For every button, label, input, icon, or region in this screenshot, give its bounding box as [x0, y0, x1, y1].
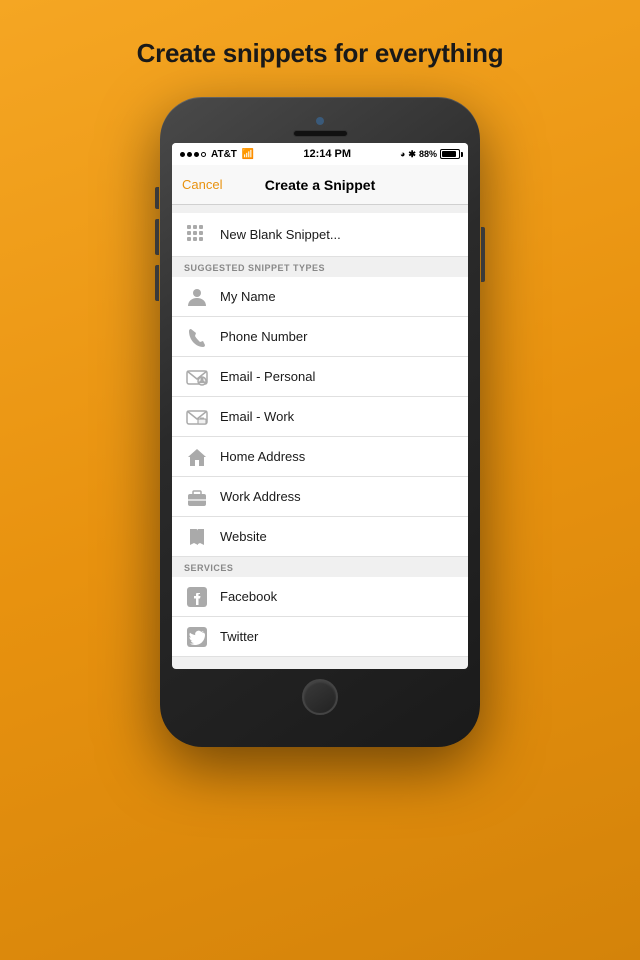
mute-button: [155, 187, 159, 209]
services-section-header: SERVICES: [172, 557, 468, 577]
phone-number-label: Phone Number: [220, 329, 307, 344]
speaker: [293, 130, 348, 137]
battery-percent: 88%: [419, 149, 437, 159]
home-button[interactable]: [302, 679, 338, 715]
phone-device: AT&T 📶 12:14 PM ◕ ✱ 88% Cancel Create a …: [160, 97, 480, 867]
status-left: AT&T 📶: [180, 149, 254, 160]
suggested-section: SUGGESTED SNIPPET TYPES My Name: [172, 257, 468, 557]
suggested-section-header: SUGGESTED SNIPPET TYPES: [172, 257, 468, 277]
new-blank-item[interactable]: New Blank Snippet...: [172, 213, 468, 257]
email-personal-label: Email - Personal: [220, 369, 315, 384]
book-icon: [184, 524, 210, 550]
status-bar: AT&T 📶 12:14 PM ◕ ✱ 88%: [172, 143, 468, 165]
phone-bottom: [172, 669, 468, 725]
volume-up-button: [155, 219, 159, 255]
new-blank-label: New Blank Snippet...: [220, 227, 341, 242]
list-item-phone-number[interactable]: Phone Number: [172, 317, 468, 357]
my-name-label: My Name: [220, 289, 276, 304]
list-item-work-address[interactable]: Work Address: [172, 477, 468, 517]
navigation-bar: Cancel Create a Snippet: [172, 165, 468, 205]
list-item-twitter[interactable]: Twitter: [172, 617, 468, 657]
home-address-label: Home Address: [220, 449, 305, 464]
twitter-icon: [184, 624, 210, 650]
power-button: [481, 227, 485, 282]
status-right: ◕ ✱ 88%: [400, 149, 460, 160]
location-icon: ◕: [400, 149, 405, 159]
services-section: SERVICES Facebook: [172, 557, 468, 657]
phone-screen: AT&T 📶 12:14 PM ◕ ✱ 88% Cancel Create a …: [172, 143, 468, 669]
battery-fill: [442, 151, 456, 157]
home-icon: [184, 444, 210, 470]
cancel-button[interactable]: Cancel: [182, 177, 222, 192]
email-personal-icon: [184, 364, 210, 390]
facebook-label: Facebook: [220, 589, 277, 604]
list-content: New Blank Snippet... SUGGESTED SNIPPET T…: [172, 205, 468, 657]
twitter-label: Twitter: [220, 629, 258, 644]
list-item-home-address[interactable]: Home Address: [172, 437, 468, 477]
list-item-my-name[interactable]: My Name: [172, 277, 468, 317]
list-item-facebook[interactable]: Facebook: [172, 577, 468, 617]
briefcase-icon: [184, 484, 210, 510]
list-item-email-personal[interactable]: Email - Personal: [172, 357, 468, 397]
signal-dots: [180, 152, 206, 157]
email-work-icon: [184, 404, 210, 430]
front-camera: [316, 117, 324, 125]
blank-snippet-icon: [184, 222, 210, 248]
person-icon: [184, 284, 210, 310]
email-work-label: Email - Work: [220, 409, 294, 424]
phone-top-bar: [172, 109, 468, 143]
phone-shell: AT&T 📶 12:14 PM ◕ ✱ 88% Cancel Create a …: [160, 97, 480, 747]
list-item-email-work[interactable]: Email - Work: [172, 397, 468, 437]
carrier-label: AT&T: [211, 149, 237, 160]
status-time: 12:14 PM: [303, 148, 351, 160]
page-title: Create snippets for everything: [137, 38, 504, 69]
wifi-icon: 📶: [242, 149, 254, 160]
facebook-icon: [184, 584, 210, 610]
volume-down-button: [155, 265, 159, 301]
battery-icon: [440, 149, 460, 159]
website-label: Website: [220, 529, 267, 544]
list-item-website[interactable]: Website: [172, 517, 468, 557]
bluetooth-icon: ✱: [408, 149, 416, 160]
nav-title: Create a Snippet: [265, 177, 375, 193]
work-address-label: Work Address: [220, 489, 301, 504]
phone-icon: [184, 324, 210, 350]
